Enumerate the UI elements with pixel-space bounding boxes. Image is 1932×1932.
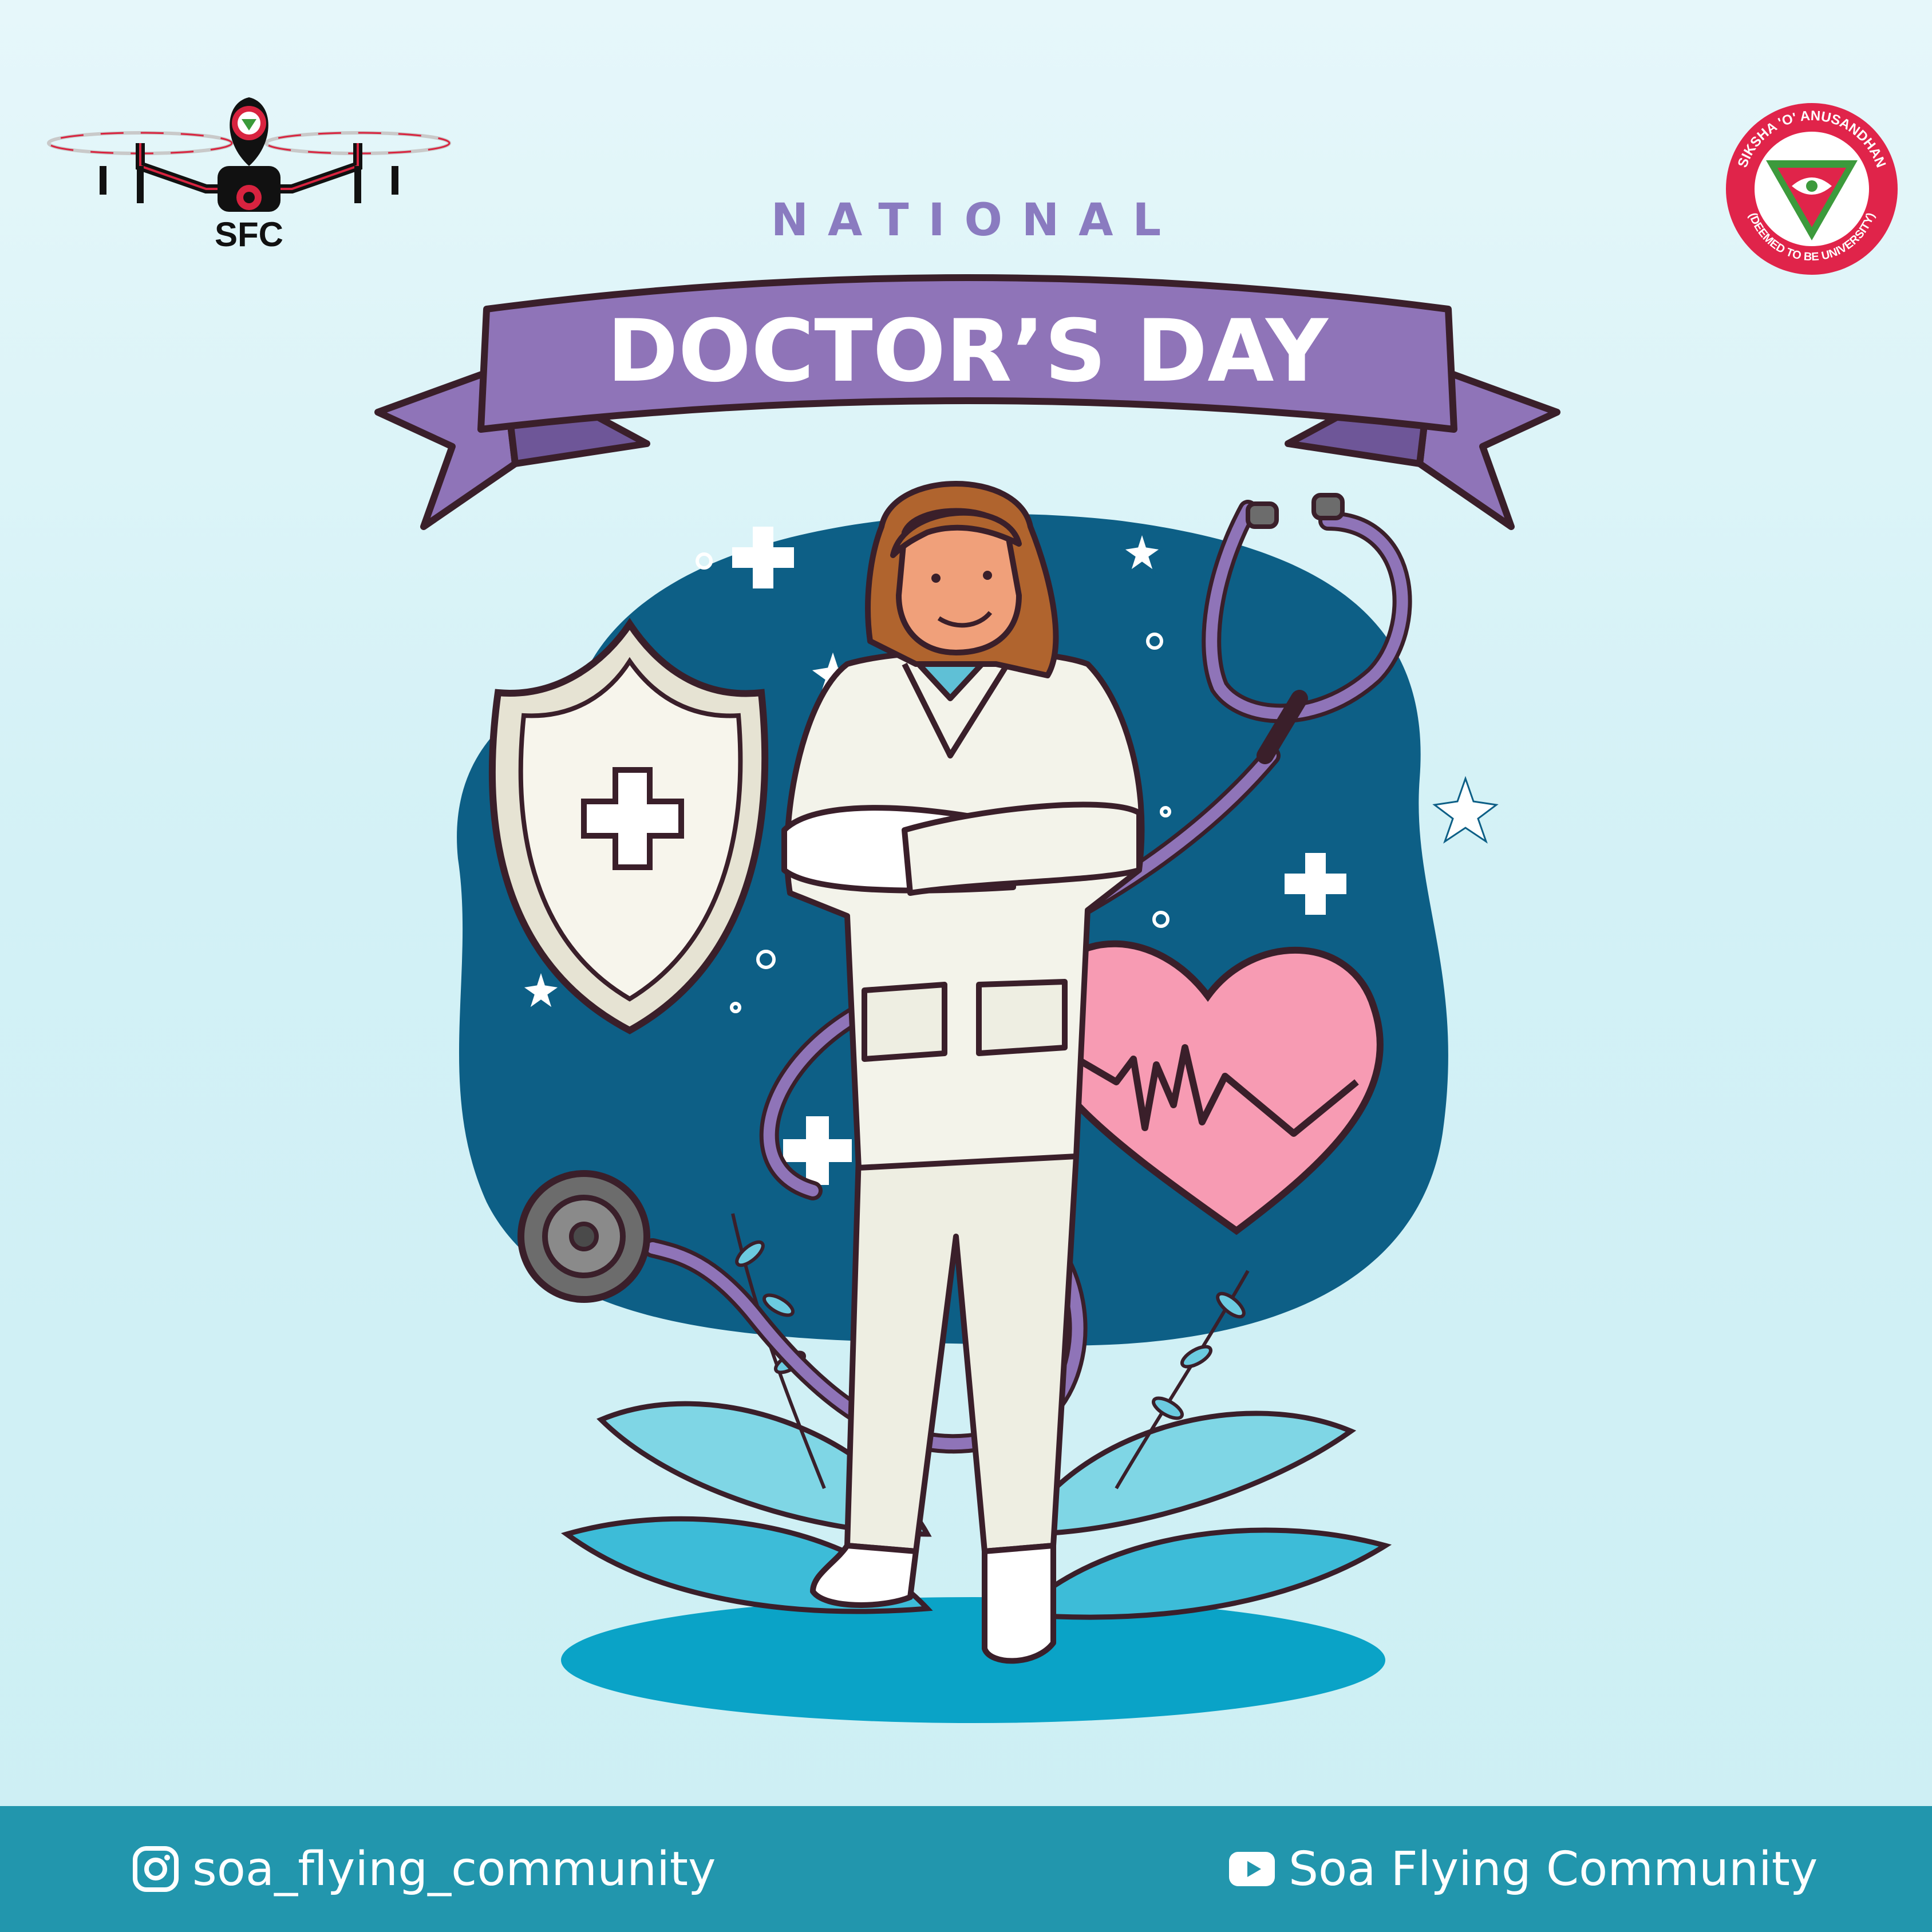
footer-bar: soa_flying_community Soa Flying Communit…	[0, 1806, 1932, 1932]
doctor-illustration	[457, 481, 1499, 1723]
instagram-link[interactable]: soa_flying_community	[132, 1806, 716, 1932]
stethoscope-chestpiece-icon	[517, 1170, 650, 1303]
youtube-link[interactable]: Soa Flying Community	[1228, 1806, 1818, 1932]
youtube-icon	[1229, 1852, 1275, 1886]
leaf	[1013, 1527, 1392, 1620]
banner-title: DOCTOR’S DAY	[607, 302, 1329, 401]
youtube-channel: Soa Flying Community	[1289, 1842, 1818, 1897]
instagram-handle: soa_flying_community	[192, 1842, 716, 1897]
university-seal-icon: SIKSHA 'O' ANUSANDHAN (DEEMED TO BE UNIV…	[1726, 103, 1898, 275]
title-eyebrow: NATIONAL	[771, 195, 1181, 246]
leaf	[1014, 1411, 1357, 1537]
instagram-icon	[133, 1846, 179, 1892]
